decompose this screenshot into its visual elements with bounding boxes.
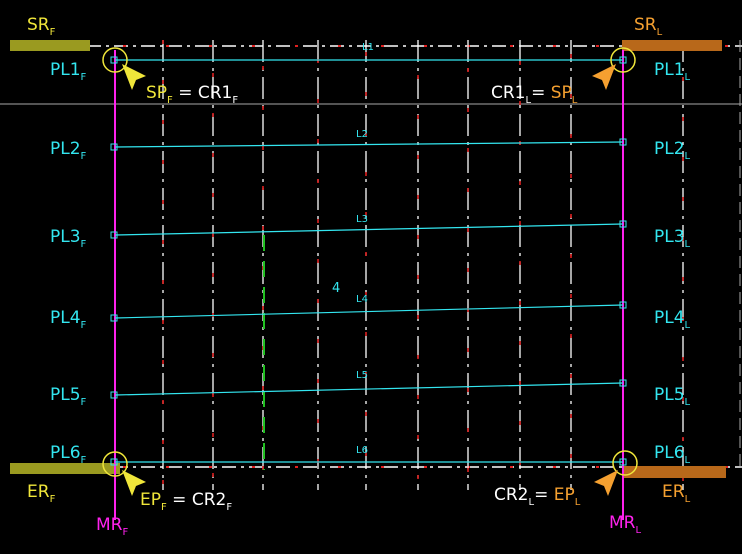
panel-label-first: PL2F [50,139,87,162]
panel-lines: L1 L2 L3 L4 L5 L6 [110,42,627,466]
panel-line-label: L3 [356,214,368,225]
panel-line-label: L4 [356,294,368,305]
ep-first-label: EPF = CR2F [140,490,232,513]
er-last-label: ERL [662,482,691,505]
panel-line-label: L1 [362,42,374,53]
panel-line-4 [114,304,624,319]
panel-label-last: PL4L [654,308,691,331]
diagram-canvas: L1 L2 L3 L4 L5 L6 4 SRF SRL SPF = CR1F CR1L= … [0,0,742,554]
center-marker: 4 [332,281,340,296]
panel-label-last: PL5L [654,385,691,408]
sp-first-arrow-icon [122,64,146,90]
panel-line-labels: PL1F PL1L PL2F PL2L PL3F PL3L PL4F PL4L PL5F PL5L… [50,60,691,466]
panel-line-label: L2 [356,129,368,140]
panel-line-label: L6 [356,445,368,456]
panel-line-label: L5 [356,370,368,381]
panel-line-3 [114,223,624,236]
panel-label-first: PL1F [50,60,87,83]
sp-last-arrow-icon [592,64,616,90]
cr1-last-label: CR1L= SPL [491,83,578,106]
mr-first-label: MRF [96,515,128,538]
panel-label-last: PL2L [654,139,691,162]
sp-first-label: SPF = CR1F [146,83,238,106]
sr-first-label: SRF [27,15,56,38]
panel-line-5 [114,382,624,396]
panel-label-last: PL6L [654,443,691,466]
background-linework [0,40,742,490]
er-first-label: ERF [27,482,56,505]
sr-last-label: SRL [634,15,663,38]
mr-last-label: MRL [609,513,641,536]
er-last-bar [624,466,726,478]
sr-first-bar [10,40,90,51]
panel-label-first: PL6F [50,443,87,466]
panel-label-last: PL1L [654,60,691,83]
panel-label-first: PL4F [50,308,87,331]
panel-line-2 [114,141,624,148]
panel-label-first: PL5F [50,385,87,408]
panel-label-last: PL3L [654,227,691,250]
ep-last-arrow-icon [594,470,618,496]
sr-last-bar [622,40,722,51]
girder-layout-diagram: L1 L2 L3 L4 L5 L6 4 SRF SRL SPF = CR1F CR1L= … [0,15,742,538]
panel-label-first: PL3F [50,227,87,250]
cr2-last-label: CR2L= EPL [494,485,581,508]
